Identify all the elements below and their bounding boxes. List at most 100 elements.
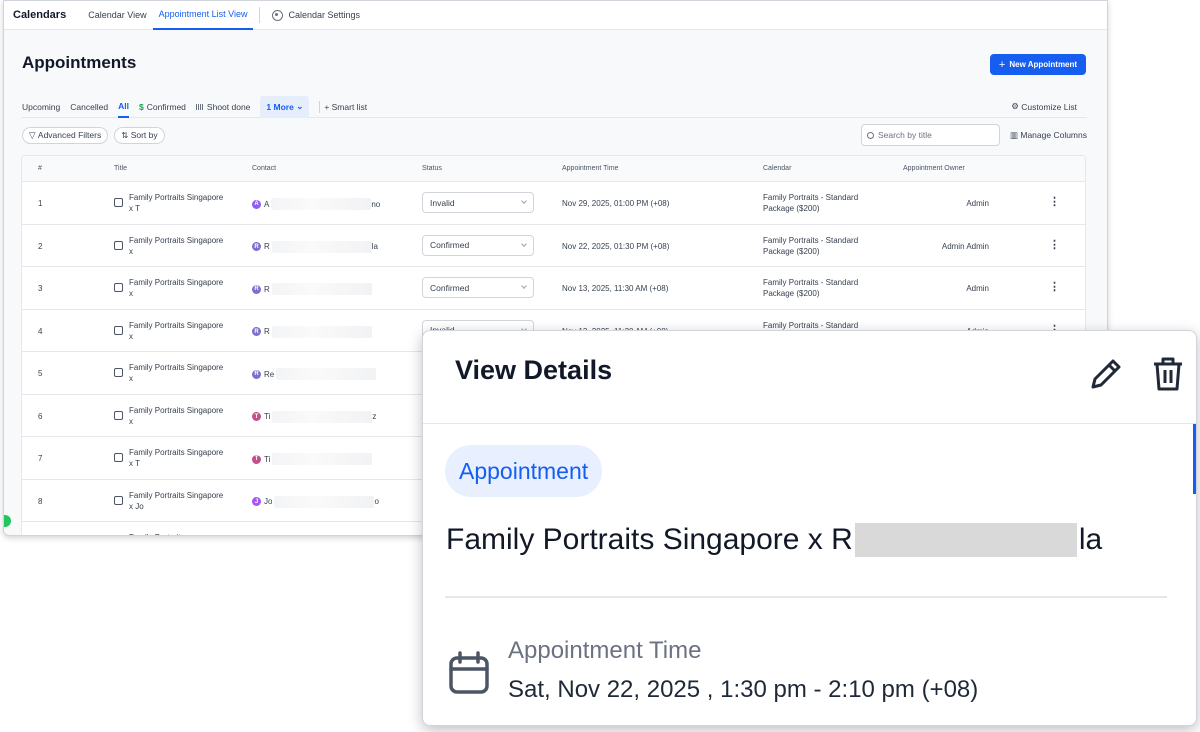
- tab-confirmed-label: Confirmed: [146, 101, 186, 112]
- chevron-down-icon: ⌄: [296, 101, 304, 111]
- avatar: T: [252, 454, 261, 464]
- table-row[interactable]: 2 Family Portraits Singapore x R Rla Confirm…: [22, 225, 1085, 267]
- tab-shoot-done[interactable]: Shoot done: [195, 96, 250, 118]
- row-contact[interactable]: R Re: [252, 368, 377, 380]
- calendar-icon: [114, 198, 123, 207]
- header-title[interactable]: Title: [114, 165, 127, 172]
- appointment-type-badge: Appointment: [445, 445, 603, 497]
- tab-appointment-list-view[interactable]: Appointment List View: [152, 1, 254, 30]
- redacted-contact: [276, 368, 377, 380]
- row-contact[interactable]: T Ti: [252, 453, 373, 465]
- contact-name: R: [264, 327, 270, 336]
- status-value: Invalid: [430, 197, 455, 208]
- advanced-filters-button[interactable]: ▽ Advanced Filters: [22, 126, 109, 144]
- list-tabs: Upcoming Cancelled All $ Confirmed Shoot …: [22, 95, 1087, 118]
- filter-bar: ▽ Advanced Filters ⇅ Sort by Search by t…: [22, 124, 1087, 146]
- row-title[interactable]: Family Portraits Singapore x: [114, 277, 229, 299]
- row-actions-menu-icon[interactable]: ⋮: [1049, 238, 1060, 251]
- contact-name: Re: [264, 369, 275, 379]
- row-contact[interactable]: J Jo o: [252, 495, 379, 508]
- calendar-icon: [114, 495, 123, 505]
- row-appointment-time: Nov 13, 2025, 11:30 AM (+08): [562, 284, 669, 293]
- panel-divider: [445, 596, 1167, 598]
- chevron-down-icon: [521, 240, 527, 247]
- avatar: R: [252, 242, 261, 251]
- row-number: 3: [38, 284, 43, 293]
- help-widget-tab[interactable]: [4, 515, 11, 527]
- table-row[interactable]: 3 Family Portraits Singapore x R R Confirmed…: [22, 267, 1085, 310]
- row-title[interactable]: Family Portraits Singapore x: [114, 320, 229, 342]
- contact-name: R: [264, 242, 270, 251]
- row-title-text: Family Portraits Singapore x: [129, 320, 224, 341]
- manage-columns-button[interactable]: ▥ Manage Columns: [1010, 130, 1087, 141]
- status-value: Confirmed: [430, 282, 470, 293]
- customize-list-button[interactable]: ⚙ Customize List: [1011, 96, 1077, 118]
- tab-cancelled[interactable]: Cancelled: [70, 96, 108, 118]
- top-navigation: Calendars Calendar View Appointment List…: [4, 1, 1107, 30]
- tab-upcoming[interactable]: Upcoming: [22, 96, 60, 118]
- row-contact[interactable]: A Ano: [252, 198, 380, 210]
- row-actions-menu-icon[interactable]: ⋮: [1049, 195, 1060, 208]
- header-calendar[interactable]: Calendar: [763, 165, 791, 172]
- row-title[interactable]: Family Portraits Singapore x: [114, 362, 229, 384]
- table-header: # Title Contact Status Appointment Time …: [22, 156, 1085, 182]
- status-select[interactable]: Invalid: [422, 192, 534, 213]
- more-tabs-label: 1 More: [266, 101, 294, 112]
- appointment-time-value: Sat, Nov 22, 2025 , 1:30 pm - 2:10 pm (+…: [508, 676, 979, 703]
- header-status[interactable]: Status: [422, 165, 442, 172]
- row-title-text: Family Portraits Singapore x T: [129, 448, 224, 468]
- tab-confirmed[interactable]: $ Confirmed: [139, 96, 186, 118]
- delete-trash-icon[interactable]: [1151, 355, 1185, 393]
- calendar-icon: [449, 651, 489, 694]
- appointment-time-label: Appointment Time: [508, 637, 702, 664]
- sort-by-button[interactable]: ⇅ Sort by: [114, 126, 165, 144]
- redacted-name: [854, 523, 1077, 557]
- calendar-settings-label: Calendar Settings: [288, 10, 361, 20]
- appointment-title-prefix: Family Portraits Singapore x R: [446, 523, 853, 556]
- status-select[interactable]: Confirmed: [422, 277, 534, 298]
- header-appointment-owner[interactable]: Appointment Owner: [903, 165, 965, 172]
- calendar-icon: [114, 368, 123, 377]
- row-number: 4: [38, 326, 43, 336]
- row-actions-menu-icon[interactable]: ⋮: [1049, 280, 1060, 293]
- row-contact[interactable]: T Ti z: [252, 410, 376, 423]
- row-title[interactable]: Family Portraits Singapore x: [114, 405, 229, 427]
- status-select[interactable]: Confirmed: [422, 234, 534, 256]
- row-owner: Admin: [966, 284, 989, 293]
- tab-all[interactable]: All: [118, 96, 129, 118]
- edit-pencil-icon[interactable]: [1087, 357, 1123, 393]
- contact-name-tail: la: [371, 242, 379, 251]
- smart-list-button[interactable]: + Smart list: [324, 96, 367, 118]
- row-title[interactable]: Family Portraits Singapore x T: [114, 447, 229, 469]
- new-appointment-button[interactable]: + New Appointment: [990, 54, 1086, 75]
- row-title[interactable]: Family Portraits Singapore x Jo: [114, 490, 229, 512]
- avatar: T: [252, 412, 261, 421]
- header-appointment-time[interactable]: Appointment Time: [562, 165, 618, 172]
- calendar-icon: [114, 283, 123, 292]
- calendar-icon: [114, 453, 123, 462]
- row-title[interactable]: Family Portraits Singapore x: [114, 235, 229, 257]
- row-contact[interactable]: RR: [252, 325, 372, 338]
- row-number: 7: [38, 454, 43, 463]
- row-title[interactable]: Family Portraits: [114, 532, 229, 535]
- tab-calendar-settings[interactable]: Calendar Settings: [266, 1, 366, 30]
- panel-header: View Details: [423, 331, 1196, 424]
- redacted-contact: [272, 453, 373, 465]
- search-input[interactable]: Search by title: [860, 124, 1000, 146]
- more-tabs-dropdown[interactable]: 1 More ⌄: [260, 95, 310, 118]
- table-row[interactable]: 1 Family Portraits Singapore x T A Ano Inval…: [22, 182, 1085, 225]
- avatar: J: [252, 497, 261, 506]
- plus-icon: +: [998, 58, 1006, 71]
- sliders-icon: ⚙: [1011, 101, 1022, 111]
- header-contact[interactable]: Contact: [252, 165, 276, 172]
- row-contact[interactable]: R Rla: [252, 240, 379, 253]
- row-title[interactable]: Family Portraits Singapore x T: [114, 192, 229, 214]
- panel-scrollbar[interactable]: [1193, 424, 1196, 494]
- redacted-contact: [274, 495, 375, 508]
- calendar-icon: [114, 410, 123, 420]
- contact-name: Ti: [264, 454, 271, 464]
- manage-columns-label: Manage Columns: [1020, 130, 1087, 140]
- customize-list-label: Customize List: [1021, 101, 1077, 112]
- tab-calendar-view[interactable]: Calendar View: [82, 1, 152, 30]
- row-contact[interactable]: RR: [252, 283, 372, 295]
